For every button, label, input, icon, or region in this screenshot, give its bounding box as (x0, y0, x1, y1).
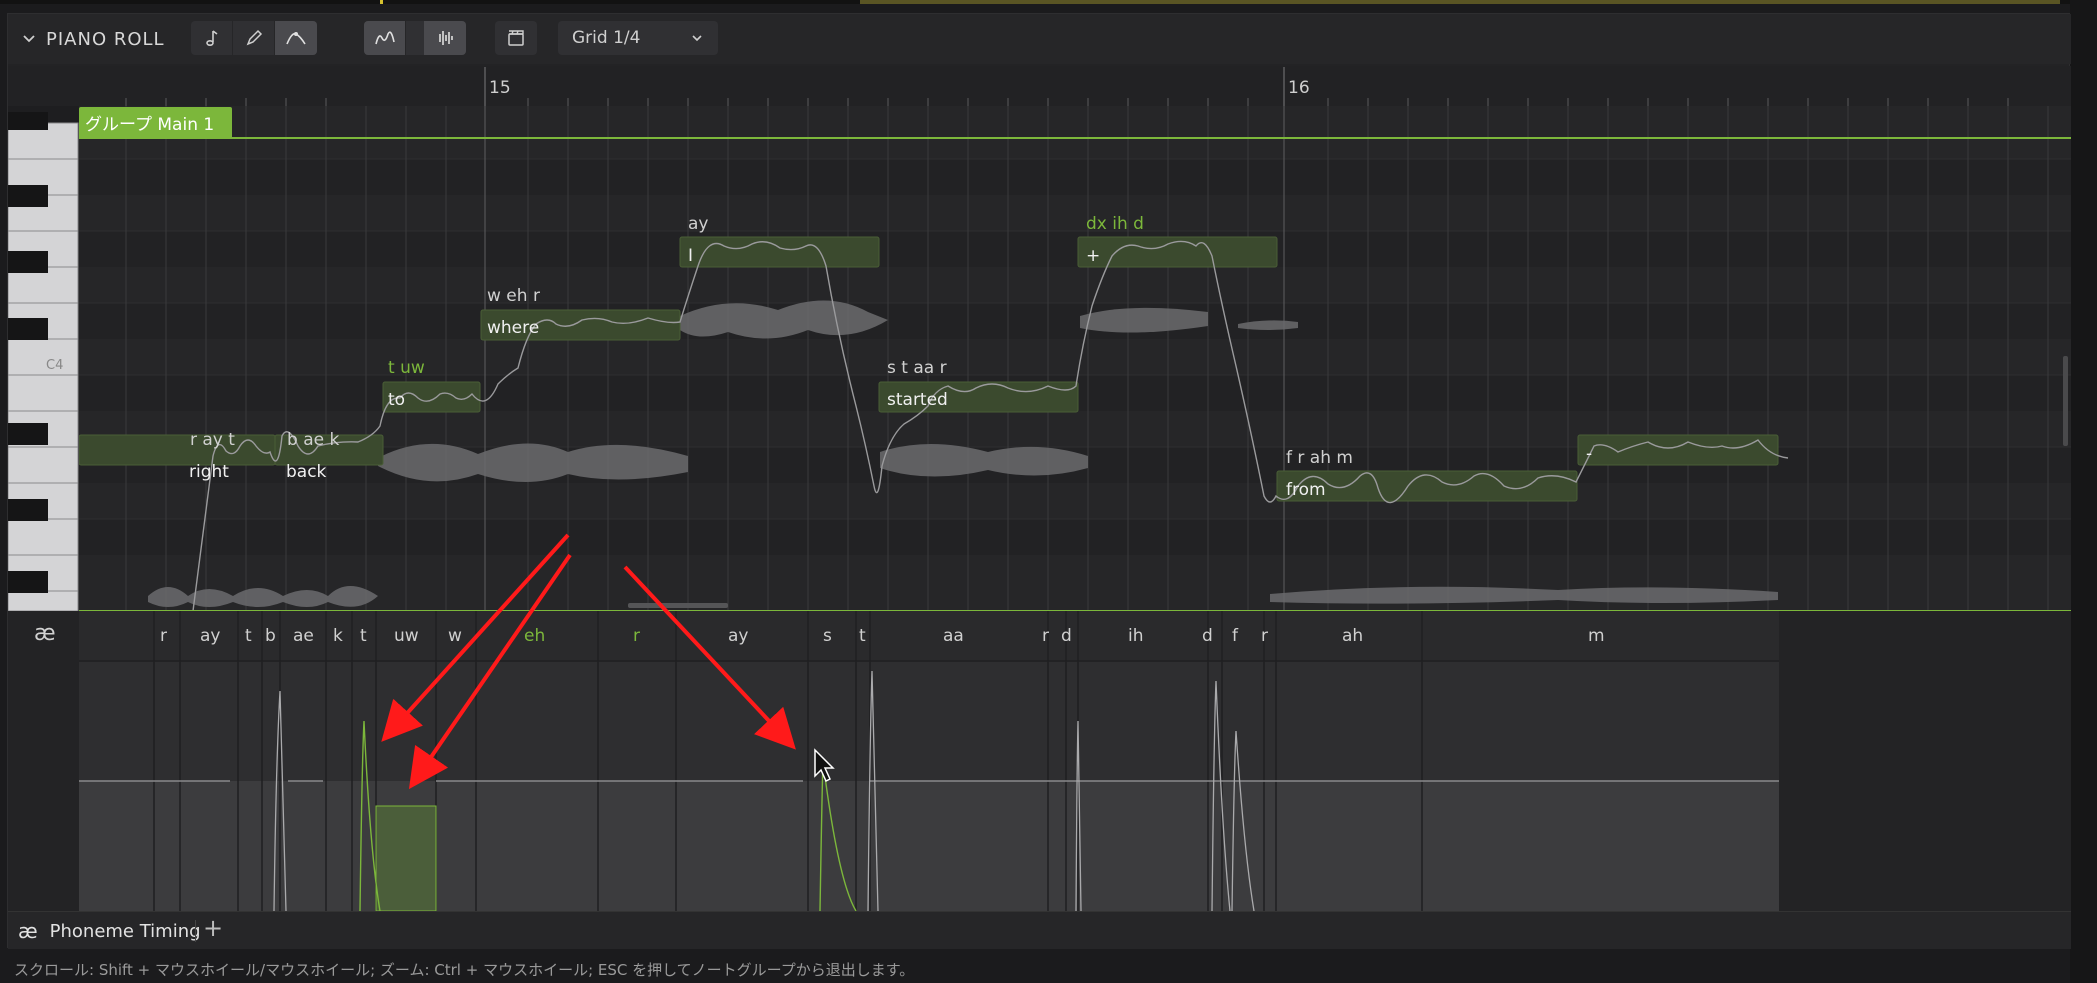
phoneme-label[interactable]: aa (943, 626, 964, 646)
phoneme-label[interactable]: ay (200, 626, 220, 646)
panel-header[interactable]: PIANO ROLL (22, 14, 165, 64)
phoneme-label[interactable]: uw (394, 626, 419, 646)
edit-tool-group (191, 21, 317, 55)
note-lyric[interactable]: to (388, 390, 405, 410)
phoneme-label-row: r ay t b ae k t uw w eh r ay s t aa r d … (8, 611, 2071, 661)
video-track-button[interactable] (495, 21, 537, 55)
phoneme-label[interactable]: t (859, 626, 866, 646)
note-lyric[interactable]: right (189, 462, 229, 482)
vertical-scrollbar[interactable] (2063, 356, 2068, 446)
bottom-tab-bar: æ Phoneme Timing + (8, 911, 2071, 949)
grid-select[interactable]: Grid 1/4 (558, 21, 718, 55)
note-lyric[interactable]: - (1586, 444, 1592, 464)
phoneme-label[interactable]: t (245, 626, 252, 646)
ae-ligature-icon: æ (18, 919, 38, 943)
chevron-down-icon[interactable] (22, 32, 36, 46)
phoneme-label[interactable]: r (633, 626, 640, 646)
clapper-icon (508, 30, 524, 46)
curve-select-icon (286, 32, 306, 45)
phoneme-label[interactable]: r (1042, 626, 1049, 646)
chevron-down-icon (692, 35, 702, 42)
phoneme-label[interactable]: ih (1128, 626, 1144, 646)
playhead-marker (380, 0, 383, 4)
clapper-button-group (495, 21, 537, 55)
note-lyric[interactable]: from (1286, 480, 1326, 500)
add-tab-button[interactable]: + (203, 914, 223, 942)
measure-number: 16 (1288, 78, 1310, 98)
pencil-tool-button[interactable] (233, 21, 275, 55)
tab-label: Phoneme Timing (49, 920, 201, 942)
panel-title: PIANO ROLL (46, 28, 165, 50)
phoneme-label[interactable]: t (360, 626, 367, 646)
waveform-toggle[interactable] (424, 21, 466, 55)
phoneme-label[interactable]: eh (524, 626, 545, 646)
tab-phoneme-timing[interactable]: æ Phoneme Timing (18, 912, 201, 950)
phoneme-label[interactable]: r (1261, 626, 1268, 646)
note-phonemes: b ae k (287, 430, 340, 450)
phoneme-label[interactable]: d (1202, 626, 1213, 646)
note-lyric[interactable]: back (286, 462, 326, 482)
note-phonemes: ay (688, 214, 709, 234)
curve-select-tool-button[interactable] (275, 21, 317, 55)
piano-roll-toolbar: PIANO ROLL Grid 1/4 (8, 14, 2071, 64)
note-lyric[interactable]: where (487, 318, 539, 338)
note-tool-button[interactable] (191, 21, 233, 55)
top-strip (0, 0, 2097, 4)
note-phonemes: f r ah m (1286, 448, 1353, 468)
note-phonemes: s t aa r (887, 358, 947, 378)
phoneme-label[interactable]: k (333, 626, 343, 646)
track-overview (860, 0, 2060, 4)
note-phonemes: t uw (388, 358, 425, 378)
phoneme-label[interactable]: r (160, 626, 167, 646)
phoneme-label[interactable]: m (1588, 626, 1605, 646)
phoneme-label[interactable]: w (448, 626, 462, 646)
note-group-tag[interactable]: グループ Main 1 (79, 107, 232, 137)
phoneme-label[interactable]: ah (1342, 626, 1363, 646)
measure-number: 15 (489, 78, 511, 98)
pitch-curve-icon (374, 31, 395, 45)
phoneme-label[interactable]: d (1061, 626, 1072, 646)
piano-roll-panel: PIANO ROLL Grid 1/4 15 16 C4 グループ Main 1… (7, 13, 2071, 949)
phoneme-label[interactable]: ae (293, 626, 314, 646)
phoneme-label[interactable]: b (265, 626, 276, 646)
timeline-ruler[interactable]: 15 16 (8, 66, 2071, 106)
note-lyric[interactable]: I (688, 246, 693, 266)
key-label-c4: C4 (46, 358, 64, 373)
waveform-icon (439, 31, 453, 45)
note-phonemes: r ay t (190, 430, 235, 450)
phoneme-label[interactable]: f (1232, 626, 1238, 646)
note-phonemes: w eh r (487, 286, 540, 306)
note-lyric[interactable]: started (887, 390, 948, 410)
pitch-curve-toggle[interactable] (364, 21, 406, 55)
piano-keyboard[interactable] (8, 106, 79, 611)
note-lyric[interactable]: + (1086, 246, 1100, 266)
note-phonemes: dx ih d (1086, 214, 1144, 234)
note-icon (205, 30, 217, 47)
piano-roll-area[interactable]: C4 グループ Main 1 r ay t right b ae k back … (8, 106, 2071, 611)
phoneme-label[interactable]: ay (728, 626, 748, 646)
phoneme-label[interactable]: s (823, 626, 832, 646)
note-grid[interactable] (8, 106, 2071, 611)
grid-select-value: Grid 1/4 (572, 28, 641, 48)
right-edge (2070, 0, 2097, 983)
pencil-icon (246, 29, 262, 46)
view-toggle-group (364, 21, 466, 55)
status-bar: スクロール: Shift + マウスホイール/マウスホイール; ズーム: Ctr… (14, 961, 915, 979)
